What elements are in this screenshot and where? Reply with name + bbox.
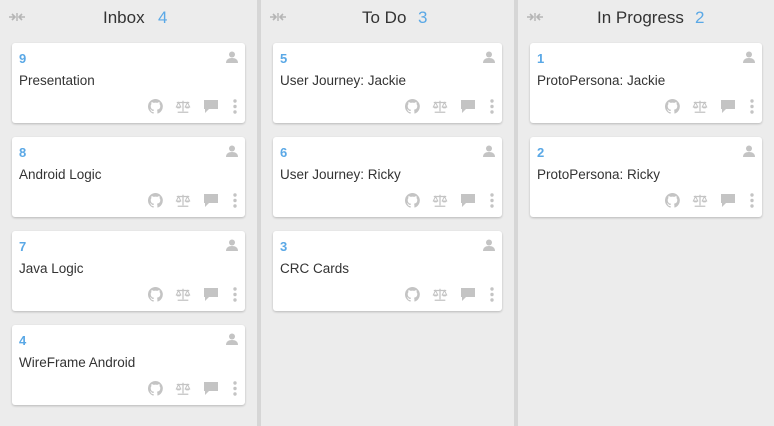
card-actions — [135, 98, 238, 114]
comment-icon[interactable] — [203, 192, 219, 208]
collapse-arrows-icon[interactable] — [8, 10, 26, 24]
column-in-progress: In Progress 2 1 ProtoPersona: Jackie 2 P… — [518, 0, 774, 426]
card-number[interactable]: 2 — [537, 145, 544, 160]
github-icon[interactable] — [404, 192, 420, 208]
scale-icon[interactable] — [432, 192, 448, 208]
column-to-do: To Do 3 5 User Journey: Jackie 6 User Jo… — [261, 0, 518, 426]
card-number[interactable]: 1 — [537, 51, 544, 66]
scale-icon[interactable] — [432, 286, 448, 302]
column-count: 4 — [158, 8, 168, 27]
board: Inbox 4 9 Presentation 8 Android Logic 7… — [0, 0, 774, 426]
user-icon[interactable] — [226, 51, 238, 63]
card-actions — [135, 192, 238, 208]
github-icon[interactable] — [147, 98, 163, 114]
more-vertical-icon[interactable] — [232, 286, 238, 302]
card[interactable]: 2 ProtoPersona: Ricky — [530, 137, 762, 217]
column-title: To Do — [362, 8, 407, 27]
comment-icon[interactable] — [720, 98, 736, 114]
card[interactable]: 7 Java Logic — [12, 231, 245, 311]
github-icon[interactable] — [664, 192, 680, 208]
user-icon[interactable] — [226, 145, 238, 157]
more-vertical-icon[interactable] — [232, 192, 238, 208]
more-vertical-icon[interactable] — [749, 192, 755, 208]
card-number[interactable]: 9 — [19, 51, 26, 66]
scale-icon[interactable] — [175, 98, 191, 114]
github-icon[interactable] — [147, 380, 163, 396]
card-actions — [135, 286, 238, 302]
card-actions — [652, 192, 755, 208]
card-number[interactable]: 3 — [280, 239, 287, 254]
github-icon[interactable] — [404, 98, 420, 114]
collapse-arrows-icon[interactable] — [526, 10, 544, 24]
comment-icon[interactable] — [460, 192, 476, 208]
column-count: 3 — [418, 8, 428, 27]
card-title: WireFrame Android — [19, 355, 136, 370]
card-title: User Journey: Jackie — [280, 73, 407, 88]
user-icon[interactable] — [743, 51, 755, 63]
card[interactable]: 3 CRC Cards — [273, 231, 502, 311]
scale-icon[interactable] — [692, 98, 708, 114]
column-title: In Progress — [597, 8, 684, 27]
more-vertical-icon[interactable] — [749, 98, 755, 114]
more-vertical-icon[interactable] — [489, 192, 495, 208]
card[interactable]: 1 ProtoPersona: Jackie — [530, 43, 762, 123]
card-actions — [392, 192, 495, 208]
more-vertical-icon[interactable] — [489, 98, 495, 114]
card[interactable]: 9 Presentation — [12, 43, 245, 123]
column-header: Inbox 4 — [9, 0, 245, 36]
column-header: To Do 3 — [270, 0, 502, 36]
card[interactable]: 6 User Journey: Ricky — [273, 137, 502, 217]
card-actions — [392, 98, 495, 114]
card-actions — [135, 380, 238, 396]
scale-icon[interactable] — [432, 98, 448, 114]
comment-icon[interactable] — [203, 286, 219, 302]
user-icon[interactable] — [743, 145, 755, 157]
card[interactable]: 8 Android Logic — [12, 137, 245, 217]
user-icon[interactable] — [483, 51, 495, 63]
github-icon[interactable] — [404, 286, 420, 302]
card-actions — [392, 286, 495, 302]
comment-icon[interactable] — [203, 380, 219, 396]
comment-icon[interactable] — [460, 98, 476, 114]
comment-icon[interactable] — [460, 286, 476, 302]
card-title: CRC Cards — [280, 261, 350, 276]
card[interactable]: 5 User Journey: Jackie — [273, 43, 502, 123]
comment-icon[interactable] — [720, 192, 736, 208]
card-title: ProtoPersona: Ricky — [537, 167, 661, 182]
card-number[interactable]: 4 — [19, 333, 26, 348]
card-title: Presentation — [19, 73, 95, 88]
column-header: In Progress 2 — [527, 0, 762, 36]
comment-icon[interactable] — [203, 98, 219, 114]
user-icon[interactable] — [226, 239, 238, 251]
card-number[interactable]: 8 — [19, 145, 26, 160]
scale-icon[interactable] — [175, 286, 191, 302]
github-icon[interactable] — [147, 192, 163, 208]
card-title: Java Logic — [19, 261, 84, 276]
column-title: Inbox — [103, 8, 145, 27]
card-title: Android Logic — [19, 167, 102, 182]
scale-icon[interactable] — [692, 192, 708, 208]
card-number[interactable]: 7 — [19, 239, 26, 254]
user-icon[interactable] — [226, 333, 238, 345]
github-icon[interactable] — [147, 286, 163, 302]
more-vertical-icon[interactable] — [232, 380, 238, 396]
card-title: User Journey: Ricky — [280, 167, 401, 182]
card-actions — [652, 98, 755, 114]
collapse-arrows-icon[interactable] — [269, 10, 287, 24]
user-icon[interactable] — [483, 145, 495, 157]
card[interactable]: 4 WireFrame Android — [12, 325, 245, 405]
more-vertical-icon[interactable] — [489, 286, 495, 302]
more-vertical-icon[interactable] — [232, 98, 238, 114]
github-icon[interactable] — [664, 98, 680, 114]
card-title: ProtoPersona: Jackie — [537, 73, 666, 88]
column-inbox: Inbox 4 9 Presentation 8 Android Logic 7… — [0, 0, 261, 426]
card-number[interactable]: 6 — [280, 145, 287, 160]
column-count: 2 — [695, 8, 705, 27]
card-number[interactable]: 5 — [280, 51, 287, 66]
user-icon[interactable] — [483, 239, 495, 251]
scale-icon[interactable] — [175, 380, 191, 396]
scale-icon[interactable] — [175, 192, 191, 208]
